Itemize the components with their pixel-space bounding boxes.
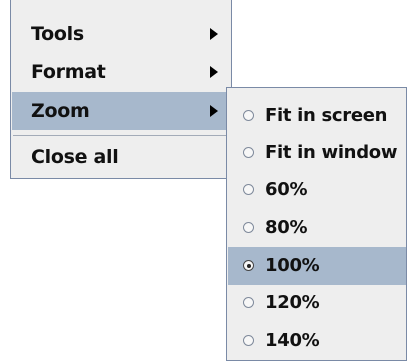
zoom-option-label: 140% — [265, 330, 320, 351]
zoom-submenu: Fit in screen Fit in window 60% 80% 100%… — [226, 87, 407, 361]
zoom-option-label: 120% — [265, 292, 320, 313]
submenu-arrow-icon — [210, 66, 218, 78]
radio-button-icon — [243, 184, 254, 195]
radio-button-icon — [243, 222, 254, 233]
zoom-option-60[interactable]: 60% — [228, 171, 406, 209]
radio-button-selected-icon — [243, 260, 254, 271]
menu-item-zoom[interactable]: Zoom — [12, 92, 230, 130]
zoom-option-label: 80% — [265, 217, 308, 238]
zoom-option-label: Fit in screen — [265, 105, 388, 126]
zoom-option-140[interactable]: 140% — [228, 322, 406, 360]
menu-item-label: Close all — [31, 146, 119, 168]
menu-item-format[interactable]: Format — [12, 53, 230, 91]
zoom-option-120[interactable]: 120% — [228, 284, 406, 322]
menu-item-label: Format — [31, 61, 106, 83]
zoom-option-label: Fit in window — [265, 142, 398, 163]
menu-item-close-all[interactable]: Close all — [12, 138, 230, 176]
popup-menu: Tools Format Zoom Close all — [10, 0, 232, 179]
radio-button-icon — [243, 147, 254, 158]
submenu-arrow-icon — [210, 105, 218, 117]
zoom-option-100[interactable]: 100% — [228, 247, 406, 285]
zoom-option-fit-in-screen[interactable]: Fit in screen — [228, 97, 406, 135]
zoom-option-fit-in-window[interactable]: Fit in window — [228, 134, 406, 172]
menu-item-tools[interactable]: Tools — [12, 15, 230, 53]
submenu-arrow-icon — [210, 28, 218, 40]
radio-button-icon — [243, 110, 254, 121]
menu-separator — [13, 135, 229, 136]
zoom-option-80[interactable]: 80% — [228, 209, 406, 247]
radio-button-icon — [243, 297, 254, 308]
radio-button-icon — [243, 335, 254, 346]
menu-item-label: Tools — [31, 23, 84, 45]
menu-item-label: Zoom — [31, 100, 90, 122]
zoom-option-label: 100% — [265, 255, 320, 276]
zoom-option-label: 60% — [265, 179, 308, 200]
